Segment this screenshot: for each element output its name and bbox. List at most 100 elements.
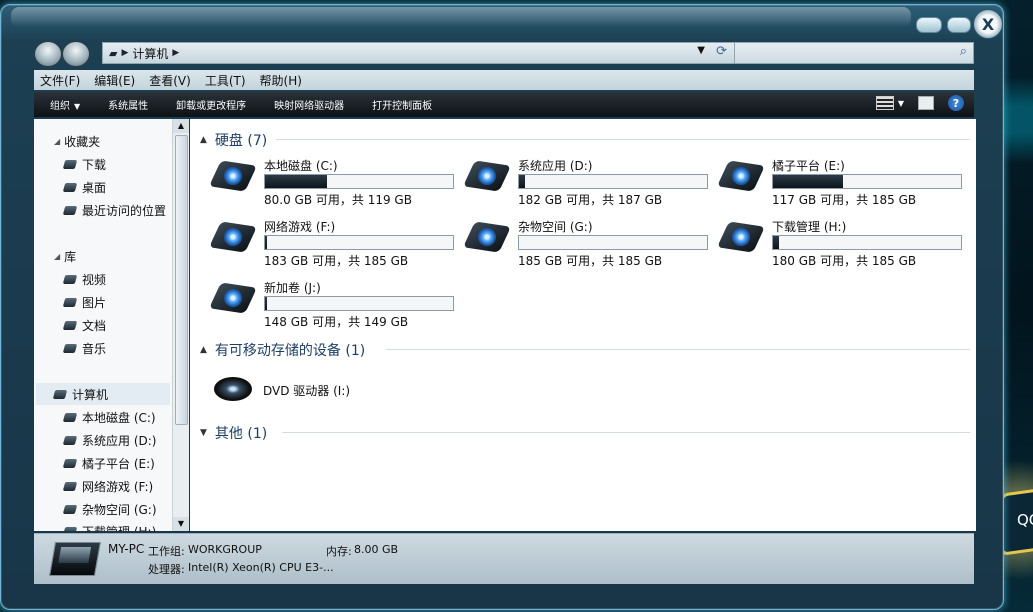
hard-drive-icon [209,221,257,254]
nav-item-videos[interactable]: 视频 [62,271,107,288]
address-bar[interactable]: ▰ ▶ 计算机 ▶ ▼ ⟳ [102,42,736,64]
nav-item-recent[interactable]: 最近访问的位置 [62,202,166,219]
menu-edit[interactable]: 编辑(E) [94,72,135,89]
drive-tile-c[interactable]: 本地磁盘 (C:) 80.0 GB 可用，共 119 GB [209,157,462,213]
scroll-thumb[interactable] [175,135,188,425]
refresh-icon[interactable]: ⟳ [716,44,727,59]
forward-button[interactable] [62,41,90,67]
drive-tile-d[interactable]: 系统应用 (D:) 182 GB 可用，共 187 GB [463,157,716,213]
drive-icon [62,505,78,514]
pc-name: MY-PC [108,542,145,556]
nav-computer[interactable]: 计算机 [36,383,170,405]
nav-computer-label: 计算机 [72,387,109,402]
desktop-gadget-badge[interactable]: QC [1000,486,1033,556]
minimize-button[interactable] [916,17,942,33]
menu-help[interactable]: 帮助(H) [260,72,302,89]
recent-places-icon [62,206,78,215]
usage-fill [265,175,328,188]
system-properties-button[interactable]: 系统属性 [108,97,148,112]
map-network-drive-button[interactable]: 映射网络驱动器 [274,97,344,112]
workgroup-label: 工作组: [148,545,185,558]
nav-item-drive-g[interactable]: 杂物空间 (G:) [62,501,157,518]
nav-libraries-label: 库 [64,250,77,264]
breadcrumb-separator-icon[interactable]: ▶ [172,48,179,58]
computer-icon [49,542,101,576]
nav-item-drive-h[interactable]: 下载管理 (H:) [62,523,156,531]
group-title: 其他 (1) [214,426,268,442]
group-other[interactable]: ▼ 其他 (1) [200,423,267,443]
nav-favorites[interactable]: ◢ 收藏夹 [54,133,100,150]
memory-value: 8.00 GB [354,543,399,556]
help-icon[interactable]: ? [948,95,964,111]
drive-tile-e[interactable]: 橘子平台 (E:) 117 GB 可用，共 185 GB [717,157,970,213]
organize-button[interactable]: 组织 ▼ [50,97,80,112]
command-bar: 组织 ▼ 系统属性 卸载或更改程序 映射网络驱动器 打开控制面板 ▼ ? [34,92,974,117]
nav-item-drive-c[interactable]: 本地磁盘 (C:) [62,409,156,426]
expand-icon[interactable]: ◢ [54,137,60,146]
nav-item-music[interactable]: 音乐 [62,340,106,357]
desktop-icon [62,183,78,192]
pictures-icon [62,298,78,307]
usage-bar [518,174,708,189]
usage-fill [773,236,779,249]
scroll-down-icon[interactable]: ▼ [173,517,189,531]
chevron-down-icon: ▼ [897,98,904,108]
breadcrumb-separator-icon[interactable]: ▶ [121,48,128,58]
nav-favorites-label: 收藏夹 [64,135,101,149]
maximize-button[interactable] [947,17,971,33]
nav-label: 网络游戏 (F:) [82,480,154,494]
drive-info: 180 GB 可用，共 185 GB [772,254,917,268]
nav-label: 下载管理 (H:) [82,523,156,531]
drive-tile-h[interactable]: 下载管理 (H:) 180 GB 可用，共 185 GB [717,218,970,274]
breadcrumb[interactable]: 计算机 [132,45,168,62]
collapse-icon[interactable]: ▲ [200,345,207,355]
search-input[interactable]: ⌕ [734,42,974,64]
chevron-down-icon[interactable]: ▼ [697,45,705,56]
close-icon: X [981,14,995,34]
badge-text: QC [1017,510,1033,529]
nav-item-pictures[interactable]: 图片 [62,294,107,311]
menu-file[interactable]: 文件(F) [40,72,80,89]
drive-name: 新加卷 (J:) [264,281,321,295]
hard-drive-icon [209,160,257,193]
dvd-drive-tile[interactable]: DVD 驱动器 (I:) [214,374,464,406]
drive-info: 182 GB 可用，共 187 GB [518,193,663,207]
scroll-up-icon[interactable]: ▲ [173,119,189,133]
cpu-value: Intel(R) Xeon(R) CPU E3-... [188,561,334,574]
usage-bar [772,235,962,250]
preview-pane-icon[interactable] [918,96,934,110]
drive-name: 本地磁盘 (C:) [264,159,338,173]
nav-item-documents[interactable]: 文档 [62,317,106,334]
nav-label: 图片 [82,296,107,310]
menu-tools[interactable]: 工具(T) [205,72,246,89]
nav-scrollbar[interactable]: ▲ ▼ [172,119,189,531]
memory-label: 内存: [326,545,352,558]
nav-item-drive-f[interactable]: 网络游戏 (F:) [62,478,154,495]
search-icon[interactable]: ⌕ [960,44,967,59]
group-hard-disks[interactable]: ▲ 硬盘 (7) [200,130,267,150]
back-button[interactable] [34,41,62,67]
nav-item-drive-e[interactable]: 橘子平台 (E:) [62,455,155,472]
collapse-icon[interactable]: ▲ [200,135,207,145]
nav-item-drive-d[interactable]: 系统应用 (D:) [62,432,156,449]
nav-label: 视频 [82,273,107,287]
nav-item-downloads[interactable]: 下载 [62,156,106,173]
change-view-button[interactable]: ▼ [875,96,904,110]
usage-fill [265,236,267,249]
uninstall-programs-button[interactable]: 卸载或更改程序 [176,97,246,112]
group-removable[interactable]: ▲ 有可移动存储的设备 (1) [200,340,365,360]
close-button[interactable]: X [973,9,1003,39]
menu-view[interactable]: 查看(V) [149,72,191,89]
hard-drive-icon [209,282,257,315]
drive-tile-f[interactable]: 网络游戏 (F:) 183 GB 可用，共 185 GB [209,218,462,274]
usage-bar [264,296,454,311]
drive-tile-g[interactable]: 杂物空间 (G:) 185 GB 可用，共 185 GB [463,218,716,274]
open-control-panel-button[interactable]: 打开控制面板 [372,97,432,112]
expand-icon[interactable]: ◢ [54,252,60,261]
drive-tile-j[interactable]: 新加卷 (J:) 148 GB 可用，共 149 GB [209,279,462,335]
music-icon [62,344,78,353]
content-pane: ▲ 硬盘 (7) 本地磁盘 (C:) 80.0 GB 可用，共 119 GB 系统… [190,119,976,531]
expand-icon[interactable]: ▼ [200,428,207,438]
nav-item-desktop[interactable]: 桌面 [62,179,106,196]
nav-libraries[interactable]: ◢ 库 [54,248,76,265]
